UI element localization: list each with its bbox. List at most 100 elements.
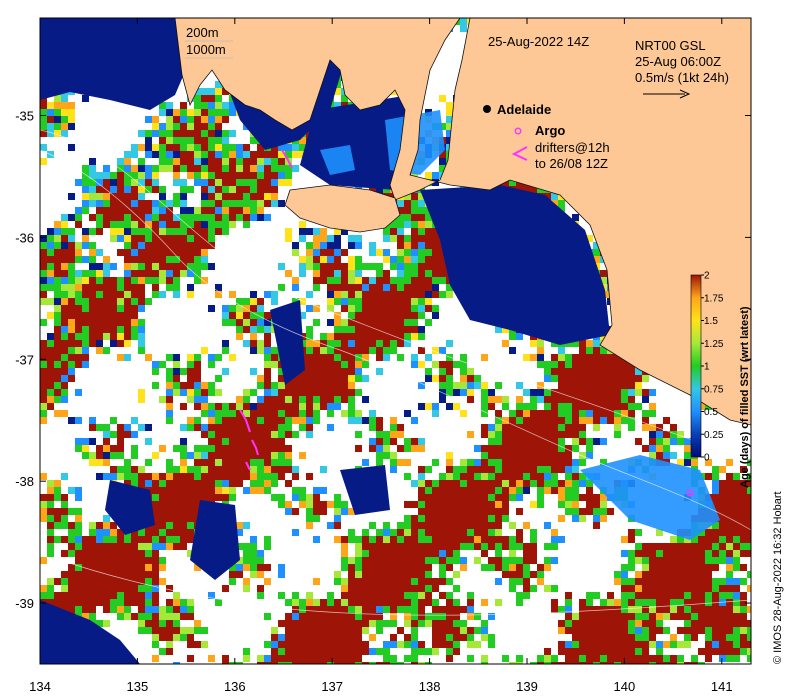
sst-cell (600, 389, 607, 396)
sst-cell (166, 214, 173, 221)
sst-cell (418, 263, 425, 270)
sst-cell (61, 263, 68, 270)
sst-cell (194, 403, 201, 410)
sst-cell (544, 480, 551, 487)
sst-cell (439, 263, 446, 270)
sst-cell (215, 165, 222, 172)
sst-cell (54, 326, 61, 333)
sst-cell (432, 312, 439, 319)
sst-cell (537, 501, 544, 508)
sst-cell (54, 375, 61, 382)
sst-cell (649, 410, 656, 417)
sst-cell (341, 375, 348, 382)
sst-cell (572, 515, 579, 522)
sst-cell (537, 431, 544, 438)
sst-cell (397, 354, 404, 361)
sst-cell (369, 263, 376, 270)
sst-cell (432, 522, 439, 529)
sst-cell (544, 522, 551, 529)
sst-cell (110, 536, 117, 543)
sst-cell (117, 326, 124, 333)
sst-cell (194, 151, 201, 158)
sst-cell (145, 459, 152, 466)
sst-cell (320, 347, 327, 354)
sst-cell (446, 487, 453, 494)
sst-cell (264, 466, 271, 473)
sst-cell (404, 207, 411, 214)
sst-cell (460, 529, 467, 536)
sst-cell (117, 550, 124, 557)
sst-cell (138, 207, 145, 214)
sst-cell (222, 459, 229, 466)
sst-cell (341, 382, 348, 389)
sst-cell (586, 382, 593, 389)
sst-cell (187, 466, 194, 473)
sst-cell (355, 368, 362, 375)
sst-cell (229, 578, 236, 585)
sst-cell (516, 564, 523, 571)
sst-cell (502, 438, 509, 445)
sst-cell (103, 270, 110, 277)
sst-cell (222, 305, 229, 312)
sst-cell (110, 326, 117, 333)
sst-cell (75, 249, 82, 256)
sst-cell (439, 543, 446, 550)
sst-cell (278, 473, 285, 480)
sst-cell (187, 263, 194, 270)
sst-cell (565, 459, 572, 466)
sst-cell (292, 249, 299, 256)
sst-cell (152, 207, 159, 214)
sst-cell (103, 592, 110, 599)
sst-cell (264, 158, 271, 165)
sst-cell (40, 298, 47, 305)
sst-cell (173, 375, 180, 382)
sst-cell (579, 494, 586, 501)
sst-cell (54, 256, 61, 263)
sst-cell (495, 578, 502, 585)
sst-cell (222, 165, 229, 172)
sst-cell (187, 529, 194, 536)
sst-cell (264, 179, 271, 186)
sst-cell (75, 445, 82, 452)
sst-cell (558, 515, 565, 522)
sst-cell (187, 235, 194, 242)
sst-cell (600, 396, 607, 403)
sst-cell (411, 221, 418, 228)
sst-cell (481, 466, 488, 473)
sst-cell (586, 445, 593, 452)
sst-cell (201, 144, 208, 151)
sst-cell (159, 270, 166, 277)
sst-cell (446, 459, 453, 466)
sst-cell (432, 585, 439, 592)
sst-cell (61, 214, 68, 221)
sst-cell (166, 221, 173, 228)
sst-cell (236, 179, 243, 186)
sst-cell (222, 137, 229, 144)
sst-cell (173, 151, 180, 158)
sst-cell (600, 515, 607, 522)
sst-cell (124, 291, 131, 298)
sst-cell (208, 487, 215, 494)
sst-cell (208, 382, 215, 389)
sst-cell (320, 333, 327, 340)
sst-cell (257, 550, 264, 557)
sst-cell (446, 557, 453, 564)
sst-cell (40, 396, 47, 403)
sst-cell (502, 473, 509, 480)
sst-cell (215, 102, 222, 109)
sst-cell (68, 592, 75, 599)
sst-cell (495, 501, 502, 508)
sst-cell (362, 284, 369, 291)
sst-cell (397, 571, 404, 578)
sst-cell (243, 438, 250, 445)
sst-cell (453, 480, 460, 487)
sst-cell (719, 536, 726, 543)
sst-cell (593, 424, 600, 431)
sst-cell (502, 515, 509, 522)
sst-cell (82, 585, 89, 592)
sst-cell (110, 207, 117, 214)
sst-cell (397, 522, 404, 529)
sst-cell (369, 438, 376, 445)
sst-cell (376, 417, 383, 424)
sst-cell (390, 312, 397, 319)
